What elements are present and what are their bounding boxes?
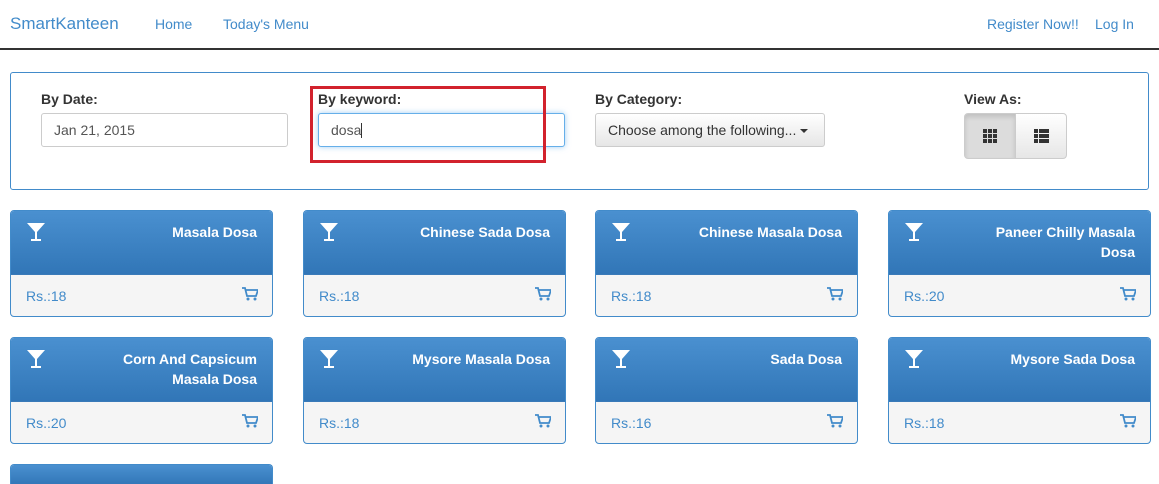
- item-price: Rs.:18: [904, 415, 945, 431]
- item-name: Mysore Masala Dosa: [412, 351, 550, 367]
- shopping-cart-icon[interactable]: [1120, 414, 1136, 428]
- card-footer: Rs.:18: [304, 275, 565, 316]
- register-link[interactable]: Register Now!!: [987, 16, 1079, 32]
- item-name: Paneer Chilly Masala Dosa: [995, 224, 1135, 260]
- grid-view-button[interactable]: [964, 113, 1016, 159]
- view-as-label: View As:: [964, 91, 1022, 107]
- card-header: Sada Dosa: [596, 338, 857, 402]
- filter-panel: By Date: Jan 21, 2015 By keyword: dosa B…: [10, 72, 1149, 190]
- item-name: Mysore Sada Dosa: [1010, 351, 1136, 367]
- card-header: Chinese Sada Dosa: [304, 211, 565, 275]
- caret-down-icon: [800, 129, 809, 134]
- nav-home-link[interactable]: Home: [155, 16, 192, 32]
- menu-item-card[interactable]: Mysore Masala Dosa Rs.:18: [303, 337, 566, 444]
- menu-item-card[interactable]: Chinese Sada Dosa Rs.:18: [303, 210, 566, 317]
- card-header: Corn And Capsicum Masala Dosa: [11, 338, 272, 402]
- item-name: Chinese Sada Dosa: [420, 224, 550, 240]
- card-footer: Rs.:18: [304, 402, 565, 443]
- card-footer: Rs.:18: [11, 275, 272, 316]
- cocktail-glass-icon: [612, 350, 630, 368]
- shopping-cart-icon[interactable]: [535, 287, 551, 301]
- card-header: Masala Dosa: [11, 211, 272, 275]
- category-dropdown-value: Choose among the following...: [608, 122, 797, 138]
- card-header: Mysore Masala Dosa: [304, 338, 565, 402]
- card-footer: Rs.:18: [889, 402, 1150, 443]
- date-filter-label: By Date:: [41, 91, 98, 107]
- menu-item-card[interactable]: Paneer Chilly Masala Dosa Rs.:20: [888, 210, 1151, 317]
- menu-item-card[interactable]: Chinese Masala Dosa Rs.:18: [595, 210, 858, 317]
- nav-todays-menu-link[interactable]: Today's Menu: [223, 16, 309, 32]
- navbar: SmartKanteen Home Today's Menu Register …: [0, 0, 1159, 50]
- shopping-cart-icon[interactable]: [535, 414, 551, 428]
- list-view-button[interactable]: [1015, 113, 1067, 159]
- card-footer: Rs.:20: [11, 402, 272, 443]
- cocktail-glass-icon: [27, 223, 45, 241]
- item-name: Corn And Capsicum Masala Dosa: [122, 351, 257, 387]
- menu-item-card-partial[interactable]: [10, 464, 273, 484]
- date-input[interactable]: Jan 21, 2015: [41, 113, 288, 147]
- card-header: Chinese Masala Dosa: [596, 211, 857, 275]
- item-price: Rs.:18: [319, 288, 360, 304]
- shopping-cart-icon[interactable]: [242, 414, 258, 428]
- item-price: Rs.:18: [319, 415, 360, 431]
- card-footer: Rs.:20: [889, 275, 1150, 316]
- item-price: Rs.:20: [904, 288, 945, 304]
- item-price: Rs.:20: [26, 415, 67, 431]
- menu-item-card[interactable]: Mysore Sada Dosa Rs.:18: [888, 337, 1151, 444]
- menu-item-card[interactable]: Sada Dosa Rs.:16: [595, 337, 858, 444]
- card-header: Paneer Chilly Masala Dosa: [889, 211, 1150, 275]
- category-filter-label: By Category:: [595, 91, 683, 107]
- date-input-value: Jan 21, 2015: [54, 122, 135, 138]
- item-name: Sada Dosa: [770, 351, 842, 367]
- grid-icon: [983, 129, 997, 143]
- card-header: [11, 465, 272, 484]
- brand-link[interactable]: SmartKanteen: [10, 14, 119, 34]
- shopping-cart-icon[interactable]: [1120, 287, 1136, 301]
- cocktail-glass-icon: [27, 350, 45, 368]
- card-footer: Rs.:18: [596, 275, 857, 316]
- category-dropdown[interactable]: Choose among the following...: [595, 113, 825, 147]
- shopping-cart-icon[interactable]: [827, 414, 843, 428]
- login-link[interactable]: Log In: [1095, 16, 1134, 32]
- highlight-annotation-box: [310, 86, 546, 163]
- list-icon: [1033, 129, 1049, 143]
- cocktail-glass-icon: [320, 223, 338, 241]
- shopping-cart-icon[interactable]: [827, 287, 843, 301]
- cocktail-glass-icon: [905, 223, 923, 241]
- item-price: Rs.:16: [611, 415, 652, 431]
- item-name: Masala Dosa: [172, 224, 257, 240]
- cocktail-glass-icon: [905, 350, 923, 368]
- item-price: Rs.:18: [26, 288, 67, 304]
- menu-item-card[interactable]: Masala Dosa Rs.:18: [10, 210, 273, 317]
- menu-item-card[interactable]: Corn And Capsicum Masala Dosa Rs.:20: [10, 337, 273, 444]
- item-price: Rs.:18: [611, 288, 652, 304]
- card-footer: Rs.:16: [596, 402, 857, 443]
- shopping-cart-icon[interactable]: [242, 287, 258, 301]
- cocktail-glass-icon: [612, 223, 630, 241]
- item-name: Chinese Masala Dosa: [698, 224, 842, 240]
- card-header: Mysore Sada Dosa: [889, 338, 1150, 402]
- cocktail-glass-icon: [320, 350, 338, 368]
